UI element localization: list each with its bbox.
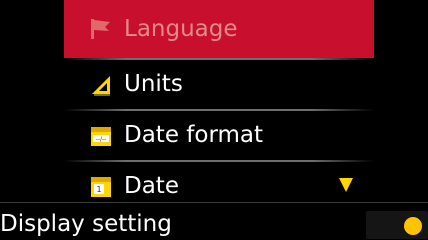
status-dot-icon — [404, 217, 422, 235]
menu-item-units[interactable]: Units — [64, 60, 374, 109]
display-screen: Language Units --/-- Date format 1 Date … — [0, 0, 428, 240]
menu-item-label: Date format — [124, 122, 264, 148]
svg-text:--/--: --/-- — [96, 136, 107, 143]
calendar-icon: 1 — [88, 174, 114, 200]
menu-item-language[interactable]: Language — [64, 0, 374, 58]
scroll-down-arrow-icon[interactable] — [339, 178, 353, 192]
settings-menu: Language Units --/-- Date format 1 Date — [64, 0, 374, 211]
status-title: Display setting — [0, 211, 172, 237]
status-bar: Display setting — [0, 203, 428, 240]
menu-item-label: Units — [124, 71, 183, 97]
menu-item-date-format[interactable]: --/-- Date format — [64, 111, 374, 160]
flag-icon — [88, 16, 114, 42]
date-format-icon: --/-- — [88, 123, 114, 149]
menu-item-label: Language — [124, 15, 238, 42]
set-square-icon — [88, 72, 114, 98]
svg-text:1: 1 — [96, 185, 101, 194]
menu-item-label: Date — [124, 173, 179, 199]
